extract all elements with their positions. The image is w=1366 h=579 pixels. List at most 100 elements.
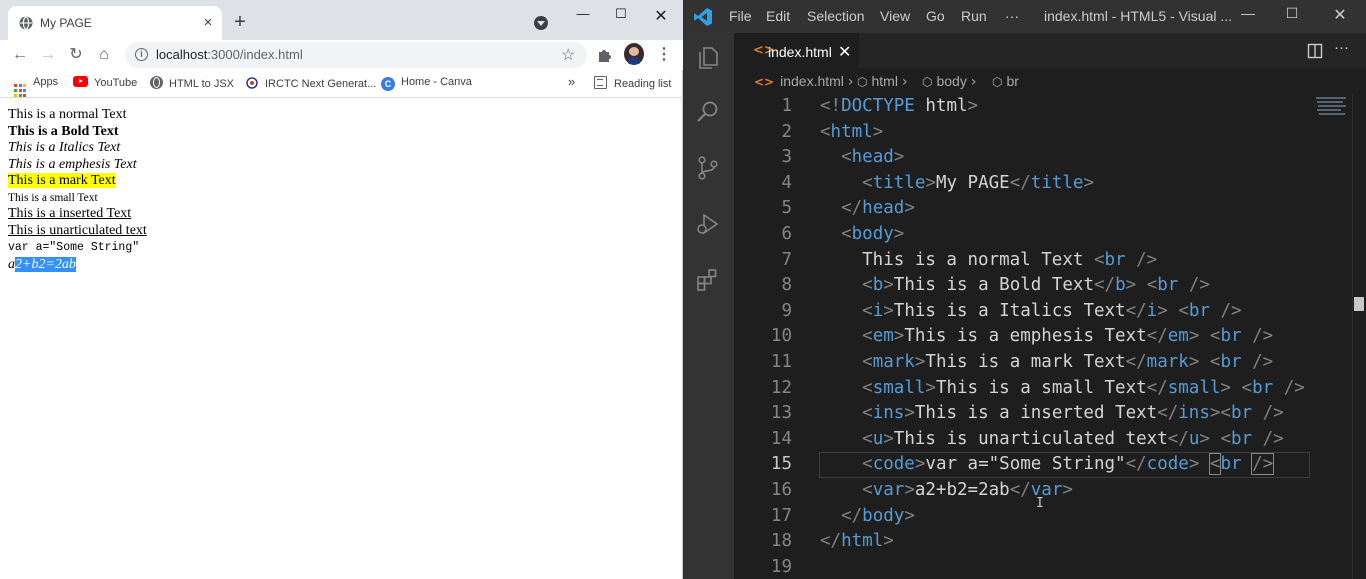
code-line[interactable]: 8 <b>This is a Bold Text</b> <br /> (734, 273, 1366, 299)
home-icon[interactable]: ⌂ (94, 45, 114, 65)
code-line[interactable]: 16 <var>a2+b2=2ab</var> (734, 478, 1366, 504)
tag-token: html (830, 121, 873, 142)
bookmark-youtube[interactable]: YouTube (73, 76, 137, 92)
bracket-token: /> (1220, 300, 1242, 321)
bookmark-label: Home - Canva (401, 76, 472, 88)
line-number: 2 (781, 121, 792, 142)
code-line[interactable]: 14 <u>This is unarticulated text</u> <br… (734, 427, 1366, 453)
menu-edit[interactable]: Edit (766, 8, 790, 24)
menu-view[interactable]: View (880, 8, 910, 24)
bracket-token: /> (1252, 352, 1274, 372)
code-line[interactable]: 2 <html> (734, 120, 1366, 146)
reading-list-button[interactable]: Reading list (594, 76, 671, 92)
more-menu-icon[interactable]: ⋮ (654, 45, 674, 65)
apps-grid-icon (14, 84, 27, 97)
maximize-button[interactable]: ☐ (606, 6, 636, 24)
bracket-token: > (1188, 352, 1200, 372)
profile-avatar[interactable] (624, 43, 644, 65)
code-line[interactable]: 15 <code>var a="Some String"</code> <br … (734, 452, 1366, 478)
explorer-files-icon[interactable] (695, 45, 721, 71)
url-text: localhost:3000/index.html (156, 47, 303, 62)
code-line[interactable]: 11 <mark>This is a mark Text</mark> <br … (734, 350, 1366, 376)
minimize-button[interactable]: — (568, 6, 598, 24)
code-line[interactable]: 6 <body> (734, 222, 1366, 248)
close-editor-tab-icon[interactable]: ✕ (838, 42, 851, 62)
editor-more-actions-icon[interactable]: ··· (1334, 39, 1349, 56)
bracket-token: < (820, 121, 831, 142)
code-line[interactable]: 10 <em>This is a emphesis Text</em> <br … (734, 324, 1366, 350)
tag-token: u (1188, 428, 1200, 449)
bookmark-canva[interactable]: C Home - Canva (381, 76, 472, 92)
menu-go[interactable]: Go (926, 8, 945, 24)
breadcrumb-br[interactable]: ⬡ br (992, 73, 1019, 89)
menu-run[interactable]: Run (961, 8, 987, 24)
extensions-puzzle-icon[interactable] (596, 46, 614, 64)
code-editor[interactable]: I 1 <!DOCTYPE html> 2 <html> 3 <head> 4 <titl… (734, 94, 1366, 579)
code-line[interactable]: 1 <!DOCTYPE html> (734, 94, 1366, 120)
more-bookmarks-button[interactable]: » (568, 74, 575, 90)
bracket-token: /> (1188, 275, 1210, 296)
menu-file[interactable]: File (729, 8, 752, 24)
site-info-icon[interactable]: i (135, 48, 148, 61)
text-token: var a="Some String" (925, 454, 1126, 475)
browser-tab[interactable]: My PAGE × (8, 6, 222, 40)
code-line[interactable]: 13 <ins>This is a inserted Text</ins><br… (734, 401, 1366, 427)
breadcrumb-body[interactable]: ⬡ body › (922, 73, 976, 90)
bookmark-irctc[interactable]: IRCTC Next Generat... (245, 76, 376, 92)
bracket-token: < (1209, 326, 1221, 347)
new-tab-button[interactable]: + (230, 12, 250, 32)
menu-selection[interactable]: Selection (807, 8, 865, 24)
code-line[interactable]: 17 </body> (734, 504, 1366, 530)
reload-icon[interactable]: ↻ (66, 45, 86, 65)
editor-tab-index-html[interactable]: <> index.html ✕ (734, 33, 859, 68)
search-icon[interactable] (695, 99, 721, 125)
code-line[interactable]: 12 <small>This is a small Text</small> <… (734, 376, 1366, 402)
code-line[interactable]: 4 <title>My PAGE</title> (734, 171, 1366, 197)
vscode-titlebar: File Edit Selection View Go Run ··· inde… (683, 0, 1366, 33)
breadcrumb-html[interactable]: ⬡ html › (857, 73, 908, 90)
url-host: localhost (156, 47, 208, 62)
vscode-maximize-button[interactable]: ☐ (1277, 5, 1307, 25)
tag-token: br (1188, 300, 1210, 321)
bracket-token: < (862, 428, 873, 449)
source-control-icon[interactable] (695, 155, 721, 181)
back-arrow-icon[interactable]: ← (10, 45, 30, 65)
youtube-icon (73, 76, 88, 87)
forward-arrow-icon[interactable]: → (38, 45, 58, 65)
address-bar[interactable]: i localhost:3000/index.html ☆ (125, 42, 587, 68)
tag-token: html (841, 531, 884, 552)
tag-token: br (1252, 377, 1274, 398)
bookmark-apps[interactable]: Apps (14, 76, 58, 97)
menu-more[interactable]: ··· (1005, 8, 1019, 24)
close-tab-icon[interactable]: × (200, 15, 216, 31)
bracket-token: < (862, 480, 873, 500)
bookmark-star-icon[interactable]: ☆ (561, 45, 575, 65)
vscode-minimize-button[interactable]: — (1233, 5, 1263, 25)
extensions-icon[interactable] (695, 267, 721, 293)
bracket-token: > (967, 96, 979, 116)
bookmark-html-to-jsx[interactable]: HTML to JSX (150, 76, 234, 92)
code-line[interactable]: 9 <i>This is a Italics Text</i> <br /> (734, 299, 1366, 325)
code-line[interactable]: 3 <head> (734, 145, 1366, 171)
code-line[interactable]: 18 </html> (734, 529, 1366, 555)
code-line[interactable]: 19 (734, 555, 1366, 579)
vscode-close-button[interactable]: ✕ (1325, 5, 1355, 25)
breadcrumb-file[interactable]: <> index.html › (754, 73, 854, 90)
code-line[interactable]: 5 </head> (734, 196, 1366, 222)
tab-search-icon[interactable] (534, 16, 548, 30)
close-window-button[interactable]: ✕ (646, 6, 676, 25)
run-debug-icon[interactable] (695, 211, 721, 237)
line-number: 15 (770, 454, 792, 475)
code-line[interactable]: 7 This is a normal Text <br /> (734, 248, 1366, 274)
line-number: 3 (781, 147, 792, 168)
text-token: This is a inserted Text (914, 403, 1158, 424)
bracket-token: > (883, 428, 894, 449)
tag-token: code (872, 454, 915, 475)
split-editor-icon[interactable] (1307, 43, 1323, 59)
